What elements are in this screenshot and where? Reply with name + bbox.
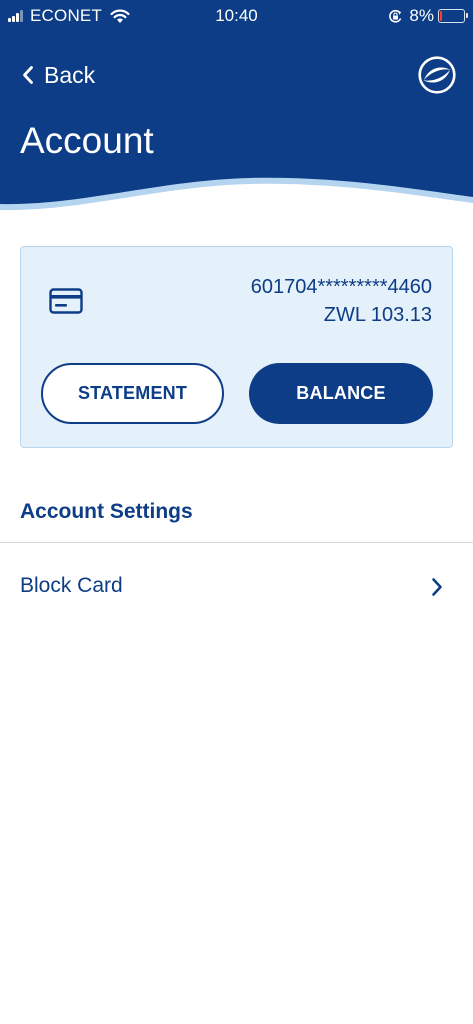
- block-card-label: Block Card: [20, 574, 123, 597]
- card-number: 601704*********4460: [250, 276, 432, 298]
- divider: [0, 542, 473, 543]
- chevron-right-icon: [432, 578, 442, 596]
- statement-button[interactable]: STATEMENT: [41, 363, 224, 424]
- header-wave-background: [0, 0, 473, 211]
- status-bar: ECONET 10:40 8%: [0, 0, 473, 32]
- battery-percent: 8%: [409, 6, 434, 25]
- orientation-lock-icon: [389, 9, 402, 23]
- battery-icon: [438, 9, 468, 23]
- back-label: Back: [44, 61, 96, 88]
- statement-button-label: STATEMENT: [77, 383, 188, 403]
- account-card: 601704*********4460 ZWL 103.13 STATEMENT…: [20, 246, 453, 448]
- page-title: Account: [20, 120, 154, 161]
- balance-button[interactable]: BALANCE: [249, 363, 433, 424]
- back-button[interactable]: Back: [22, 58, 95, 92]
- card-balance: ZWL 103.13: [323, 304, 432, 326]
- account-settings-title: Account Settings: [20, 500, 193, 523]
- chevron-left-icon: [23, 66, 33, 84]
- bank-logo-icon: [418, 56, 456, 94]
- balance-button-label: BALANCE: [296, 383, 386, 403]
- block-card-row[interactable]: Block Card: [0, 556, 473, 616]
- header: ECONET 10:40 8% Back Account: [0, 0, 473, 230]
- credit-card-icon: [49, 288, 83, 314]
